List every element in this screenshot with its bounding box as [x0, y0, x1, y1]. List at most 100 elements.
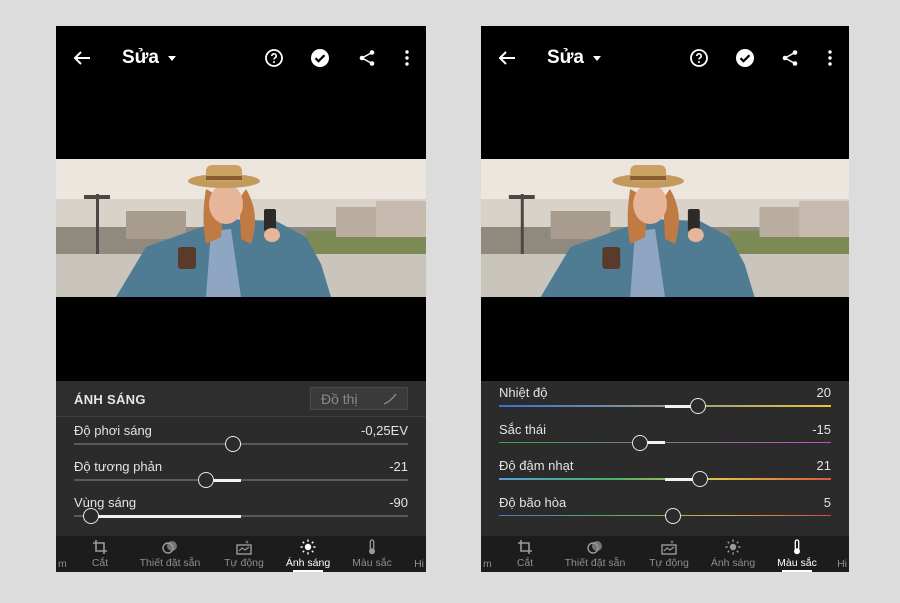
- top-bar: Sửa: [56, 26, 426, 90]
- adjustment-panel: Nhiệt độ 20 Sắc thái -15 Độ đậm nhạt 21 Độ bão…: [481, 381, 849, 536]
- slider-thumb[interactable]: [632, 434, 649, 451]
- slider-track[interactable]: [499, 471, 831, 487]
- tab-label: Cắt: [91, 557, 109, 569]
- thermometer-icon: [364, 539, 380, 555]
- slider-row: Nhiệt độ 20: [481, 385, 849, 421]
- slider-label: Nhiệt độ: [499, 385, 548, 400]
- tab-label: Cắt: [516, 557, 534, 569]
- thermometer-icon: [789, 539, 805, 555]
- more-options-icon[interactable]: [397, 48, 417, 68]
- help-icon[interactable]: [689, 48, 709, 68]
- done-check-icon[interactable]: [310, 48, 330, 68]
- slider-value: 5: [823, 494, 831, 510]
- slider-track[interactable]: [499, 398, 831, 414]
- tab-auto[interactable]: Tự động: [639, 536, 699, 572]
- left-screen: Sửa ÁNH SÁNG Đồ thị Độ phơi sáng -0,25EV…: [56, 26, 426, 572]
- tab-label: Thiết đặt sẵn: [564, 557, 626, 569]
- slider-value: 20: [816, 385, 831, 400]
- curve-graph-button[interactable]: Đồ thị: [310, 387, 408, 410]
- tab-thermometer[interactable]: Màu sắc: [344, 536, 400, 572]
- auto-icon: [661, 539, 677, 555]
- tab-overflow-left[interactable]: m: [58, 558, 67, 570]
- page-title[interactable]: Sửa: [547, 47, 584, 69]
- slider-track[interactable]: [74, 436, 408, 452]
- slider-thumb[interactable]: [691, 471, 708, 487]
- slider-thumb[interactable]: [665, 507, 682, 524]
- help-icon[interactable]: [264, 48, 284, 68]
- slider-thumb[interactable]: [197, 472, 214, 488]
- slider-value: -90: [389, 495, 408, 510]
- slider-row: Độ bão hòa 5: [481, 495, 849, 531]
- top-bar: Sửa: [481, 26, 849, 90]
- slider-label: Vùng sáng: [74, 495, 137, 510]
- tab-label: Ánh sáng: [710, 557, 756, 569]
- tab-thermometer[interactable]: Màu sắc: [769, 536, 825, 572]
- tab-crop[interactable]: Cắt: [505, 536, 545, 572]
- slider-value: -0,25EV: [361, 423, 408, 438]
- tab-label: Tự động: [649, 557, 689, 569]
- tab-label: Tự động: [224, 557, 264, 569]
- back-arrow-icon[interactable]: [495, 46, 519, 70]
- done-check-icon[interactable]: [735, 48, 755, 68]
- auto-icon: [236, 539, 252, 555]
- slider-track[interactable]: [74, 472, 408, 488]
- slider-row: Độ tương phản -21: [56, 459, 426, 495]
- slider-row: Độ đậm nhạt 21: [481, 458, 849, 494]
- tab-sun[interactable]: Ánh sáng: [702, 536, 764, 572]
- tab-label: Màu sắc: [777, 557, 817, 569]
- slider-label: Độ bão hòa: [499, 494, 567, 510]
- tab-label: Màu sắc: [352, 557, 392, 569]
- slider-row: Độ phơi sáng -0,25EV: [56, 423, 426, 459]
- title-dropdown-icon[interactable]: [593, 56, 601, 61]
- photo-preview: [56, 159, 426, 297]
- presets-icon: [587, 539, 603, 555]
- right-screen: Sửa Nhiệt độ 20 Sắc thái -15 Độ đậm nhạt 21 Độ…: [481, 26, 849, 572]
- tab-overflow-right[interactable]: Hi: [414, 558, 424, 570]
- slider-label: Sắc thái: [499, 421, 546, 437]
- slider-value: -21: [389, 459, 408, 474]
- slider-thumb[interactable]: [224, 436, 241, 452]
- slider-track[interactable]: [499, 507, 831, 524]
- tab-auto[interactable]: Tự động: [214, 536, 274, 572]
- slider-fill: [90, 514, 241, 518]
- section-title: ÁNH SÁNG: [74, 392, 146, 407]
- more-options-icon[interactable]: [820, 48, 840, 68]
- back-arrow-icon[interactable]: [70, 46, 94, 70]
- tab-label: Ánh sáng: [285, 557, 331, 569]
- tab-crop[interactable]: Cắt: [80, 536, 120, 572]
- active-tab-indicator: [782, 570, 812, 572]
- photo-preview: [481, 159, 849, 297]
- slider-track[interactable]: [74, 508, 408, 524]
- presets-icon: [162, 539, 178, 555]
- slider-row: Vùng sáng -90: [56, 495, 426, 531]
- share-icon[interactable]: [780, 48, 800, 68]
- slider-value: -15: [812, 421, 831, 437]
- slider-value: 21: [816, 458, 831, 473]
- crop-icon: [92, 539, 108, 555]
- tab-overflow-right[interactable]: Hi: [837, 558, 847, 570]
- bottom-tool-bar: m Hi Cắt Thiết đặt sẵn Tự động Ánh sáng Màu sắ…: [481, 536, 849, 572]
- slider-thumb[interactable]: [690, 398, 707, 414]
- tab-sun[interactable]: Ánh sáng: [277, 536, 339, 572]
- tab-presets[interactable]: Thiết đặt sẵn: [129, 536, 211, 572]
- slider-track[interactable]: [499, 434, 831, 451]
- curve-icon: [383, 393, 397, 405]
- tab-label: Thiết đặt sẵn: [139, 557, 201, 569]
- bottom-tool-bar: m Hi Cắt Thiết đặt sẵn Tự động Ánh sáng Màu sắ…: [56, 536, 426, 572]
- page-title[interactable]: Sửa: [122, 47, 159, 69]
- slider-thumb[interactable]: [82, 508, 99, 524]
- tab-overflow-left[interactable]: m: [483, 558, 492, 570]
- slider-label: Độ phơi sáng: [74, 423, 152, 438]
- graph-label: Đồ thị: [321, 391, 358, 407]
- sun-icon: [300, 539, 316, 555]
- active-tab-indicator: [293, 570, 323, 572]
- slider-row: Sắc thái -15: [481, 422, 849, 458]
- crop-icon: [517, 539, 533, 555]
- slider-label: Độ đậm nhạt: [499, 458, 574, 473]
- light-section-header[interactable]: ÁNH SÁNG Đồ thị: [56, 381, 426, 417]
- slider-label: Độ tương phản: [74, 459, 163, 474]
- share-icon[interactable]: [357, 48, 377, 68]
- sun-icon: [725, 539, 741, 555]
- tab-presets[interactable]: Thiết đặt sẵn: [554, 536, 636, 572]
- title-dropdown-icon[interactable]: [168, 56, 176, 61]
